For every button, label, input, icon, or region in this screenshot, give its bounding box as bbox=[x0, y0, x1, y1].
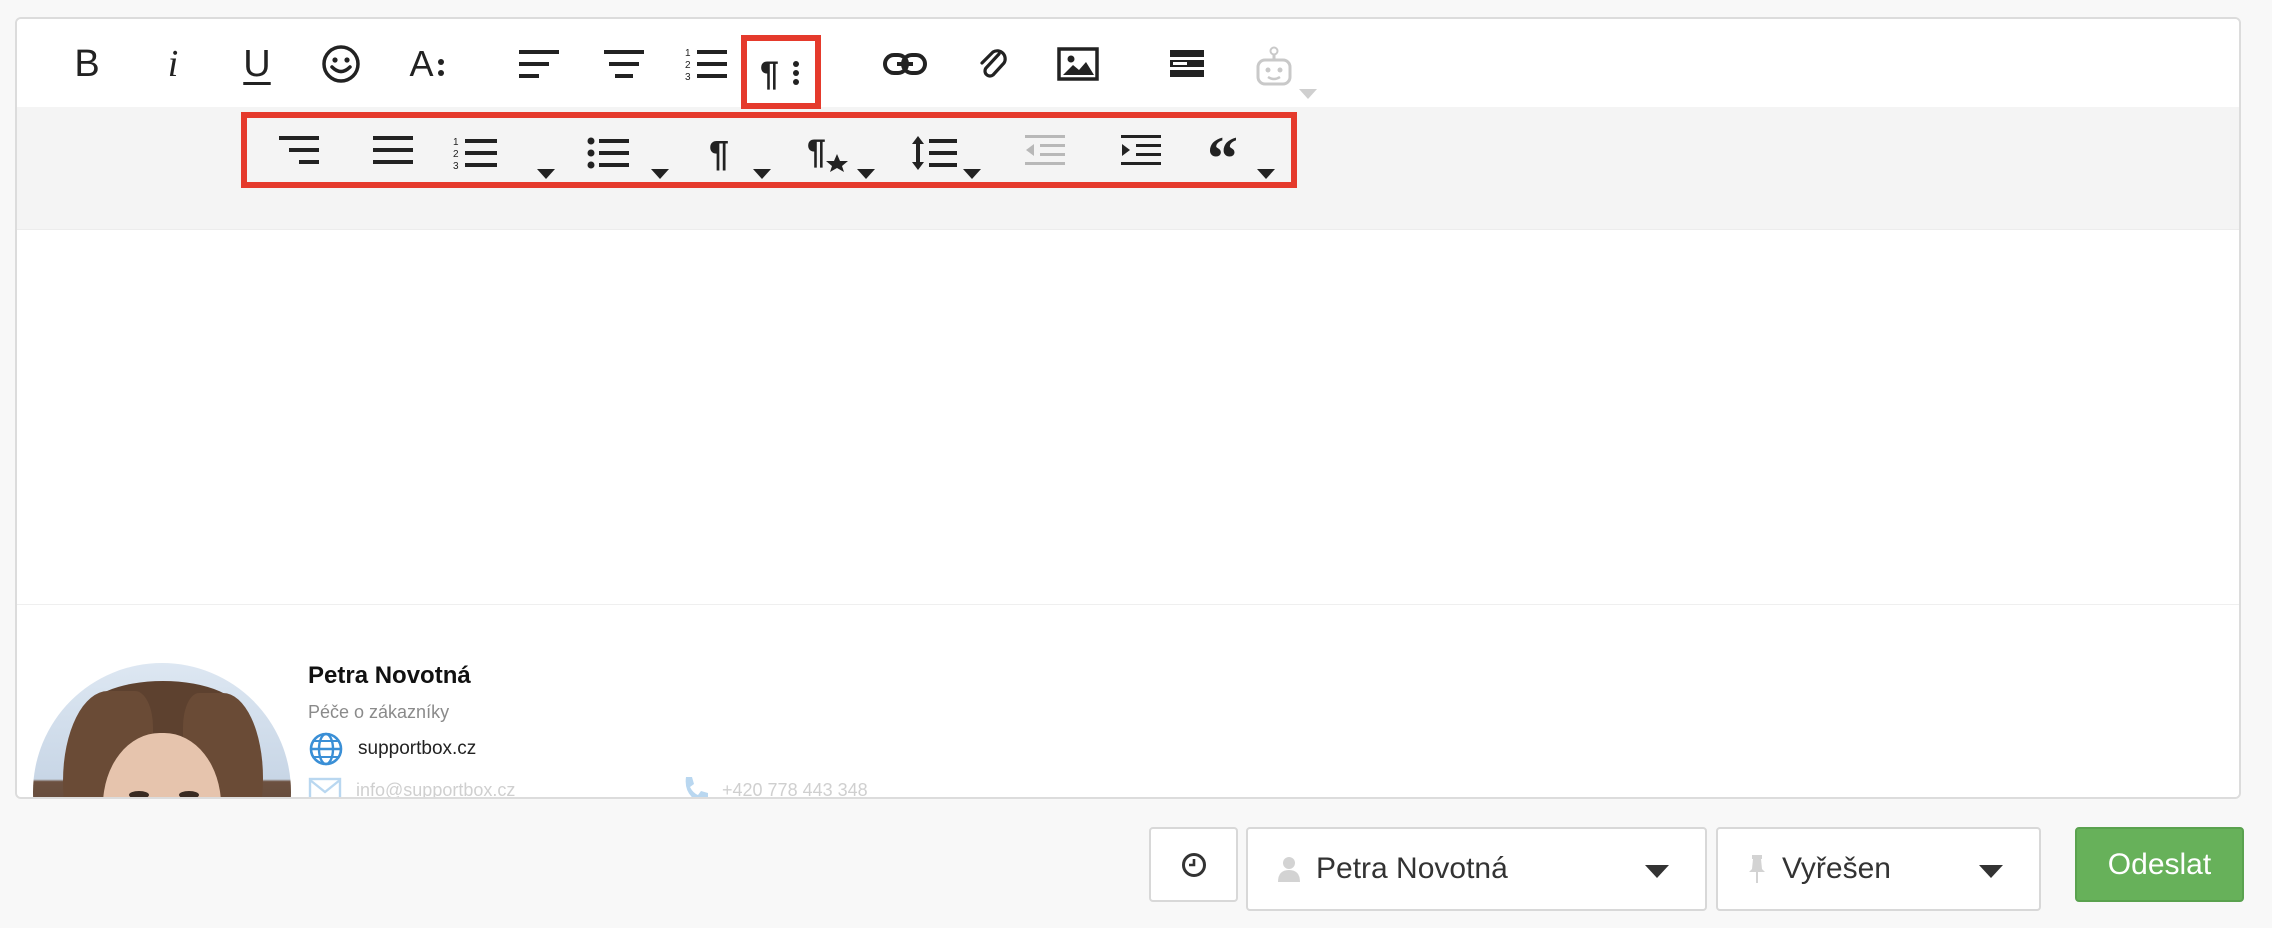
paragraph-format-dropdown[interactable]: ¶ bbox=[709, 125, 779, 181]
quote-icon: “ bbox=[1207, 135, 1238, 171]
italic-button[interactable]: i bbox=[143, 39, 203, 89]
line-height-dropdown[interactable] bbox=[911, 125, 991, 181]
chevron-down-icon bbox=[1979, 865, 2003, 878]
ordered-list-icon: 123 bbox=[453, 137, 497, 170]
paragraph-more-button[interactable]: ¶ bbox=[751, 45, 811, 99]
line-height-icon bbox=[912, 136, 957, 170]
signature-email-label: info@supportbox.cz bbox=[356, 779, 516, 799]
indent-icon bbox=[1121, 135, 1161, 165]
paragraph-format-icon: ¶ bbox=[709, 135, 729, 171]
svg-text:¶: ¶ bbox=[709, 135, 729, 171]
svg-text:¶: ¶ bbox=[807, 134, 826, 171]
outdent-icon bbox=[1025, 135, 1065, 165]
user-icon bbox=[1278, 857, 1300, 882]
bot-button[interactable] bbox=[1239, 37, 1317, 99]
chevron-down-icon bbox=[1257, 169, 1275, 179]
chevron-down-icon bbox=[753, 169, 771, 179]
outdent-button[interactable] bbox=[1015, 125, 1075, 175]
link-button[interactable] bbox=[875, 39, 935, 89]
image-button[interactable] bbox=[1048, 39, 1108, 89]
underline-button[interactable]: U bbox=[227, 39, 287, 89]
underline-icon: U bbox=[243, 42, 271, 85]
send-button[interactable]: Odeslat bbox=[2075, 827, 2244, 902]
avatar bbox=[33, 663, 291, 797]
svg-text:3: 3 bbox=[453, 161, 459, 170]
quote-dropdown[interactable]: “ bbox=[1207, 125, 1283, 181]
align-right-icon bbox=[279, 136, 319, 164]
svg-text:1: 1 bbox=[453, 137, 459, 148]
signature-role: Péče o zákazníky bbox=[308, 702, 450, 722]
email-signature: Petra Novotná Péče o zákazníky supportbo… bbox=[17, 605, 2239, 799]
signature-website[interactable]: supportbox.cz bbox=[308, 731, 476, 767]
align-left-icon bbox=[519, 50, 559, 78]
indent-button[interactable] bbox=[1111, 125, 1171, 175]
status-value: Vyřešen bbox=[1782, 852, 1891, 885]
more-dots-icon bbox=[437, 59, 444, 76]
chevron-down-icon bbox=[857, 169, 875, 179]
chevron-down-icon bbox=[651, 169, 669, 179]
align-left-button[interactable] bbox=[509, 39, 569, 89]
pin-icon bbox=[1749, 855, 1765, 883]
svg-text:¶: ¶ bbox=[760, 55, 779, 90]
svg-text:3: 3 bbox=[685, 72, 691, 81]
bold-button[interactable]: B bbox=[57, 39, 117, 89]
emoji-icon bbox=[322, 45, 360, 83]
ordered-list-button[interactable]: 123 bbox=[677, 39, 737, 89]
ordered-list-icon: 123 bbox=[685, 48, 727, 81]
signature-website-label: supportbox.cz bbox=[358, 738, 477, 759]
unordered-list-dropdown[interactable] bbox=[587, 125, 673, 181]
svg-text:2: 2 bbox=[685, 60, 691, 71]
svg-text:2: 2 bbox=[453, 149, 459, 160]
message-body[interactable] bbox=[17, 230, 2239, 605]
ordered-list-dropdown[interactable]: 123 bbox=[453, 125, 555, 181]
justify-button[interactable] bbox=[363, 125, 423, 175]
main-toolbar: B i U A 123 ¶ bbox=[17, 19, 2239, 107]
bold-icon: B bbox=[74, 42, 100, 85]
italic-icon: i bbox=[167, 43, 179, 85]
assignee-select[interactable]: Petra Novotná bbox=[1246, 827, 1707, 911]
status-select[interactable]: Vyřešen bbox=[1716, 827, 2041, 911]
align-center-icon bbox=[604, 50, 644, 78]
assignee-value: Petra Novotná bbox=[1316, 852, 1508, 885]
signature-phone-label: +420 778 443 348 bbox=[722, 779, 868, 799]
clock-icon bbox=[1181, 852, 1206, 877]
attachment-icon bbox=[980, 49, 1007, 78]
chevron-down-icon bbox=[963, 169, 981, 179]
message-editor: B i U A 123 ¶ 1 2 3 ¶ ¶ “ Petra Novotná … bbox=[15, 17, 2241, 799]
font-size-icon: A bbox=[409, 43, 434, 84]
align-center-button[interactable] bbox=[594, 39, 654, 89]
link-icon bbox=[883, 53, 927, 75]
bot-icon bbox=[1256, 46, 1292, 86]
emoji-button[interactable] bbox=[311, 39, 371, 89]
phone-icon bbox=[685, 777, 708, 797]
svg-text:1: 1 bbox=[685, 48, 691, 59]
paragraph-style-icon: ¶ bbox=[807, 134, 848, 172]
paragraph-more-icon: ¶ bbox=[760, 55, 799, 90]
signature-email[interactable]: info@supportbox.cz bbox=[308, 777, 516, 799]
chevron-down-icon bbox=[537, 169, 555, 179]
paragraph-style-dropdown[interactable]: ¶ bbox=[807, 125, 885, 181]
template-icon bbox=[1170, 50, 1204, 77]
attachment-button[interactable] bbox=[963, 39, 1023, 89]
signature-phone[interactable]: +420 778 443 348 bbox=[680, 775, 868, 799]
justify-icon bbox=[373, 136, 413, 164]
font-size-button[interactable]: A bbox=[395, 39, 459, 89]
mail-icon bbox=[308, 777, 342, 797]
unordered-list-icon bbox=[587, 137, 629, 169]
schedule-button[interactable] bbox=[1149, 827, 1238, 902]
globe-icon bbox=[309, 732, 343, 766]
image-icon bbox=[1057, 47, 1099, 81]
paragraph-toolbar: 123 ¶ ¶ “ bbox=[17, 107, 2239, 230]
template-button[interactable] bbox=[1157, 39, 1217, 89]
svg-text:“: “ bbox=[1207, 135, 1238, 171]
align-right-button[interactable] bbox=[269, 125, 329, 175]
signature-name: Petra Novotná bbox=[308, 662, 471, 689]
chevron-down-icon bbox=[1645, 865, 1669, 878]
bot-dropdown-caret bbox=[1299, 89, 1317, 99]
